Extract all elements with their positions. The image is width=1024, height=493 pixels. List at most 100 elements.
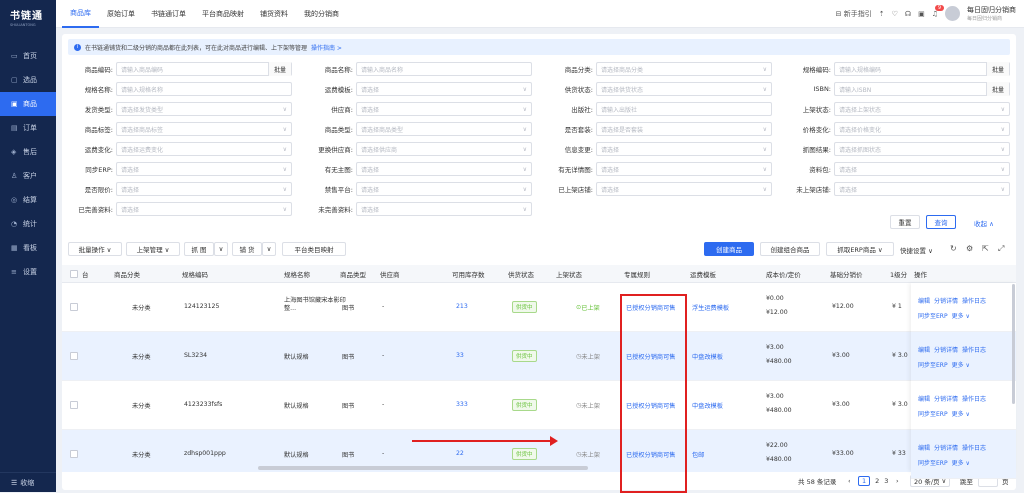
op-link-4[interactable]: 更多 ∨ xyxy=(952,411,970,418)
tab-5[interactable]: 我的分销商 xyxy=(296,0,347,28)
filter-select[interactable]: 请选择供应商 ∨ xyxy=(356,142,532,156)
op-link-3[interactable]: 同步至ERP xyxy=(918,313,948,320)
filter-input[interactable]: 请输入ISBN 批量 xyxy=(834,82,1010,96)
sidebar-item-4[interactable]: ◈ 售后 xyxy=(0,140,56,164)
op-link-4[interactable]: 更多 ∨ xyxy=(952,460,970,467)
guide-link[interactable]: 操作指南 > xyxy=(311,43,342,52)
op-link-0[interactable]: 编辑 xyxy=(918,347,930,354)
horizontal-scrollbar[interactable] xyxy=(258,466,588,470)
filter-select[interactable]: 请选择价格变化 ∨ xyxy=(834,122,1010,136)
filter-input[interactable]: 请输入规格编码 批量 xyxy=(834,62,1010,76)
filter-select[interactable]: 请选择商品标签 ∨ xyxy=(116,122,292,136)
upload-icon[interactable]: ⇡ xyxy=(879,10,885,18)
op-link-0[interactable]: 编辑 xyxy=(918,396,930,403)
stock-link[interactable]: 33 xyxy=(456,352,464,359)
op-link-1[interactable]: 分销详情 xyxy=(934,396,958,403)
filter-select[interactable]: 请选择 ∨ xyxy=(596,142,772,156)
collapse-filters-link[interactable]: 收起 ∧ xyxy=(974,218,994,228)
refresh-icon[interactable]: ↻ xyxy=(950,244,957,253)
filter-select[interactable]: 请选择 ∨ xyxy=(356,202,532,216)
filter-select[interactable]: 请选择 ∨ xyxy=(834,162,1010,176)
filter-input[interactable]: 请输入商品编码 批量 xyxy=(116,62,292,76)
filter-input[interactable]: 请输入出版社 xyxy=(596,102,772,116)
tab-0[interactable]: 商品库 xyxy=(62,0,99,28)
freight-template-link[interactable]: 中盘改模板 xyxy=(692,352,723,361)
stock-link[interactable]: 333 xyxy=(456,401,468,408)
create-product-button[interactable]: 创建商品 xyxy=(704,242,754,256)
sidebar-item-6[interactable]: ◎ 结算 xyxy=(0,188,56,212)
op-link-3[interactable]: 同步至ERP xyxy=(918,362,948,369)
avatar[interactable] xyxy=(945,6,960,21)
op-link-0[interactable]: 编辑 xyxy=(918,298,930,305)
vertical-scrollbar[interactable] xyxy=(1012,284,1015,404)
shelf-manage-button[interactable]: 上架管理 ∨ xyxy=(126,242,180,256)
op-link-4[interactable]: 更多 ∨ xyxy=(952,313,970,320)
row-checkbox[interactable] xyxy=(70,303,78,311)
header-checkbox-cell[interactable] xyxy=(70,265,78,283)
stock-dropdown-button[interactable]: ∨ xyxy=(262,242,276,256)
export-icon[interactable]: ⇱ xyxy=(982,244,989,253)
grab-erp-button[interactable]: 抓取ERP商品 ∨ xyxy=(826,242,894,256)
stock-button[interactable]: 铺 货 xyxy=(232,242,262,256)
create-combo-button[interactable]: 创建组合商品 xyxy=(760,242,820,256)
batch-button[interactable]: 批量 xyxy=(985,82,1009,96)
exclusive-rule-link[interactable]: 已授权分销商可售 xyxy=(626,401,676,410)
batch-button[interactable]: 批量 xyxy=(985,62,1009,76)
op-link-1[interactable]: 分销详情 xyxy=(934,445,958,452)
row-checkbox[interactable] xyxy=(70,450,78,458)
tab-4[interactable]: 铺货资料 xyxy=(252,0,296,28)
header-checkbox[interactable] xyxy=(70,270,78,278)
filter-select[interactable]: 请选择 ∨ xyxy=(834,182,1010,196)
op-link-3[interactable]: 同步至ERP xyxy=(918,460,948,467)
exclusive-rule-link[interactable]: 已授权分销商可售 xyxy=(626,352,676,361)
query-button[interactable]: 查询 xyxy=(926,215,956,229)
sidebar-item-2[interactable]: ▣ 商品 xyxy=(0,92,56,116)
filter-input[interactable]: 请输入商品名称 xyxy=(356,62,532,76)
filter-select[interactable]: 请选择是否套装 ∨ xyxy=(596,122,772,136)
exclusive-rule-link[interactable]: 已授权分销商可售 xyxy=(626,303,676,312)
batch-ops-button[interactable]: 批量操作 ∨ xyxy=(68,242,122,256)
filter-select[interactable]: 请选择商品分类 ∨ xyxy=(596,62,772,76)
next-page-button[interactable]: › xyxy=(896,475,899,487)
op-link-2[interactable]: 操作日志 xyxy=(962,396,986,403)
sidebar-item-0[interactable]: ▭ 首页 xyxy=(0,44,56,68)
sidebar-item-5[interactable]: ♙ 客户 xyxy=(0,164,56,188)
op-link-4[interactable]: 更多 ∨ xyxy=(952,362,970,369)
filter-select[interactable]: 请选择 ∨ xyxy=(356,162,532,176)
filter-select[interactable]: 请选择抓图状态 ∨ xyxy=(834,142,1010,156)
filter-select[interactable]: 请选择发货类型 ∨ xyxy=(116,102,292,116)
fullscreen-icon[interactable]: ⤢ xyxy=(998,244,1004,254)
exclusive-rule-link[interactable]: 已授权分销商可售 xyxy=(626,450,676,459)
reset-button[interactable]: 重置 xyxy=(890,215,920,229)
filter-select[interactable]: 请选择 ∨ xyxy=(596,162,772,176)
grab-image-button[interactable]: 抓 图 xyxy=(184,242,214,256)
filter-select[interactable]: 请选择 ∨ xyxy=(116,202,292,216)
freight-template-link[interactable]: 包邮 xyxy=(692,450,704,459)
headset-icon[interactable]: ☊ xyxy=(905,10,911,18)
stock-link[interactable]: 213 xyxy=(456,303,468,310)
row-checkbox-cell[interactable] xyxy=(70,450,78,458)
quick-settings-button[interactable]: 快捷设置 ∨ xyxy=(900,245,933,255)
tab-2[interactable]: 书链通订单 xyxy=(143,0,194,28)
category-map-button[interactable]: 平台类目映射 xyxy=(282,242,346,256)
tab-3[interactable]: 平台商品映射 xyxy=(194,0,252,28)
filter-select[interactable]: 请选择运费变化 ∨ xyxy=(116,142,292,156)
filter-select[interactable]: 请选择供货状态 ∨ xyxy=(596,82,772,96)
op-link-3[interactable]: 同步至ERP xyxy=(918,411,948,418)
row-checkbox-cell[interactable] xyxy=(70,401,78,409)
page-number-3[interactable]: 3 xyxy=(884,477,888,485)
sidebar-item-3[interactable]: ▤ 订单 xyxy=(0,116,56,140)
filter-select[interactable]: 请选择 ∨ xyxy=(116,162,292,176)
stock-link[interactable]: 22 xyxy=(456,450,464,457)
filter-select[interactable]: 请选择 ∨ xyxy=(356,102,532,116)
sidebar-item-1[interactable]: ▢ 选品 xyxy=(0,68,56,92)
freight-template-link[interactable]: 浮生运费模板 xyxy=(692,303,729,312)
gear-icon[interactable]: ⚙ xyxy=(966,244,973,253)
row-checkbox-cell[interactable] xyxy=(70,352,78,360)
row-checkbox-cell[interactable] xyxy=(70,303,78,311)
prev-page-button[interactable]: ‹ xyxy=(848,475,851,487)
bell-icon[interactable]: ♫ 9 xyxy=(932,4,944,18)
sidebar-item-7[interactable]: ◔ 统计 xyxy=(0,212,56,236)
filter-select[interactable]: 请选择 ∨ xyxy=(356,182,532,196)
collapse-sidebar-button[interactable]: ☰ 收缩 xyxy=(0,472,56,492)
